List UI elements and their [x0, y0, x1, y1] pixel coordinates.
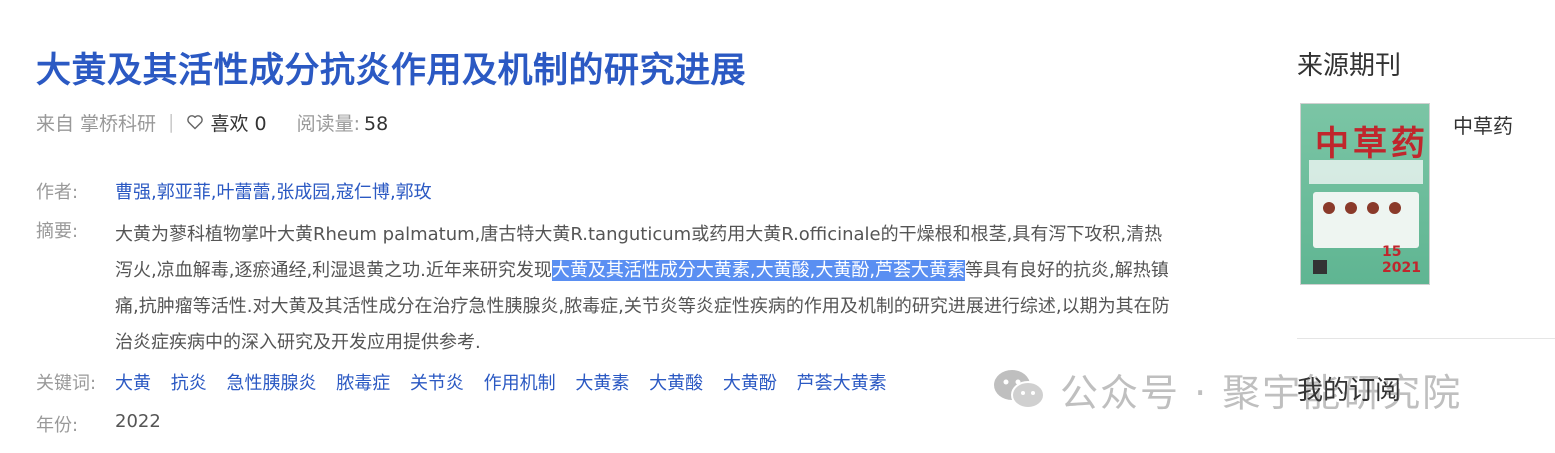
cover-decoration [1367, 202, 1379, 214]
keywords-label: 关键词: [36, 373, 97, 394]
author-link[interactable]: 寇仁博 [336, 182, 390, 203]
cover-qr-code [1313, 260, 1327, 274]
my-subscription-heading: 我的订阅 [1297, 376, 1402, 406]
cover-issue-number: 15 [1382, 244, 1402, 260]
source-journal-heading: 来源期刊 [1297, 51, 1402, 81]
sidebar-divider [1297, 338, 1555, 339]
cover-panel [1313, 192, 1419, 248]
cover-decoration [1323, 202, 1335, 214]
author-link[interactable]: 张成园 [276, 182, 330, 203]
abstract-highlight: 大黄及其活性成分大黄素,大黄酸,大黄酚,芦荟大黄素 [551, 260, 966, 281]
author-link[interactable]: 曹强 [115, 182, 151, 203]
author-link[interactable]: 叶蕾蕾 [216, 182, 270, 203]
year-label: 年份: [36, 415, 79, 436]
journal-cover[interactable]: 中草药 15 2021 [1300, 103, 1430, 285]
authors-label: 作者: [36, 182, 79, 203]
heart-icon [187, 115, 204, 130]
cover-band [1309, 160, 1423, 184]
authors-row: 作者: 曹强,郭亚菲,叶蕾蕾,张成园,寇仁博,郭玫 [36, 178, 432, 204]
abstract-row: 摘要: 大黄为蓼科植物掌叶大黄Rheum palmatum,唐古特大黄R.tan… [36, 217, 1175, 361]
authors-list: 曹强,郭亚菲,叶蕾蕾,张成园,寇仁博,郭玫 [115, 178, 432, 204]
keywords-row: 关键词: 大黄 抗炎 急性胰腺炎 脓毒症 关节炎 作用机制 大黄素 大黄酸 大黄… [36, 369, 901, 395]
cover-decoration [1345, 202, 1357, 214]
like-label: 喜欢 0 [210, 112, 267, 135]
year-value: 2022 [115, 411, 161, 432]
keyword-link[interactable]: 作用机制 [484, 373, 556, 394]
read-count: 阅读量: 58 [297, 109, 389, 136]
read-number: 58 [364, 112, 389, 135]
cover-title: 中草药 [1315, 124, 1429, 164]
year-row: 年份: 2022 [36, 411, 161, 437]
keyword-link[interactable]: 大黄酸 [649, 373, 703, 394]
keyword-link[interactable]: 大黄酚 [723, 373, 777, 394]
article-meta: 来自 掌桥科研 | 喜欢 0 阅读量: 58 [36, 108, 388, 136]
keyword-link[interactable]: 急性胰腺炎 [226, 373, 316, 394]
abstract-label: 摘要: [36, 221, 79, 242]
source-text: 来自 掌桥科研 [36, 112, 157, 135]
wechat-icon [994, 369, 1045, 409]
cover-year: 2021 [1382, 260, 1421, 276]
watermark-text: 公众号 · 聚宇能研究院 [1060, 371, 1463, 415]
keyword-link[interactable]: 抗炎 [171, 373, 207, 394]
article-title: 大黄及其活性成分抗炎作用及机制的研究进展 [36, 51, 747, 91]
cover-decoration [1389, 202, 1401, 214]
keyword-link[interactable]: 芦荟大黄素 [797, 373, 887, 394]
meta-separator: | [168, 111, 175, 133]
keywords-list: 大黄 抗炎 急性胰腺炎 脓毒症 关节炎 作用机制 大黄素 大黄酸 大黄酚 芦荟大… [115, 369, 901, 395]
cover-issue: 15 2021 [1382, 244, 1421, 276]
keyword-link[interactable]: 脓毒症 [336, 373, 390, 394]
read-label: 阅读量: [296, 112, 360, 135]
keyword-link[interactable]: 大黄素 [575, 373, 629, 394]
author-link[interactable]: 郭玫 [396, 182, 432, 203]
journal-name-link[interactable]: 中草药 [1453, 110, 1513, 139]
keyword-link[interactable]: 关节炎 [410, 373, 464, 394]
keyword-link[interactable]: 大黄 [115, 373, 151, 394]
author-link[interactable]: 郭亚菲 [157, 182, 211, 203]
like-button[interactable]: 喜欢 0 [186, 109, 267, 136]
abstract-text: 大黄为蓼科植物掌叶大黄Rheum palmatum,唐古特大黄R.tanguti… [115, 217, 1175, 361]
